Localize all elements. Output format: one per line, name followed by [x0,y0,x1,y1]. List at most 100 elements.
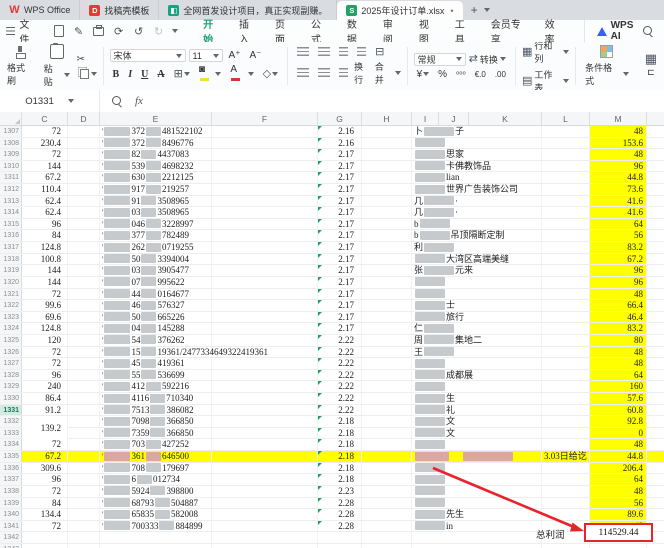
cell-g[interactable]: 2.17 [318,207,362,218]
cell-c[interactable]: 67.2 [22,172,68,183]
cell-c[interactable]: 96 [22,370,68,381]
row-header[interactable]: 1315 [0,219,22,230]
cell-c[interactable]: 124.8 [22,323,68,334]
cell-name[interactable]: 王 [412,347,542,358]
cell-e[interactable]: '412592216 [100,381,212,392]
cell-h[interactable] [362,300,412,311]
cell-l[interactable] [542,265,590,276]
cell-n[interactable] [647,161,664,172]
cell-f[interactable] [212,544,318,548]
cell-n[interactable] [647,509,664,520]
cell-m[interactable]: 92.8 [590,416,647,427]
col-header-E[interactable]: E [100,112,212,125]
row-header[interactable]: 1312 [0,184,22,195]
cell-h[interactable] [362,347,412,358]
cell-name[interactable]: 卜子 [412,126,542,137]
cell-c[interactable]: 144 [22,265,68,276]
cell-c[interactable]: 72 [22,358,68,369]
quick-access-chevron-icon[interactable] [172,29,178,33]
underline-button[interactable]: U [138,69,151,80]
table-style-button[interactable]: ▦ ⊏ [642,52,660,80]
copy-button[interactable] [77,69,97,79]
select-all-corner[interactable] [0,112,22,125]
cell-h[interactable] [362,428,412,439]
cell-g[interactable]: 2.28 [318,498,362,509]
cell-l[interactable] [542,439,590,450]
cell-n[interactable] [647,126,664,137]
cell-m[interactable] [590,544,647,548]
cell-l[interactable] [542,172,590,183]
cell-e[interactable]: '703427252 [100,439,212,450]
cell-e[interactable]: '1519361/2477334649322419361 [100,347,212,358]
cell-c[interactable]: 62.4 [22,207,68,218]
cell-m[interactable]: 66.4 [590,300,647,311]
cell-m[interactable]: 48 [590,486,647,497]
cell-m[interactable]: 160 [590,381,647,392]
cell-m[interactable]: 73.6 [590,184,647,195]
cell-f[interactable] [212,138,318,149]
cell-f[interactable] [212,381,318,392]
cell-l[interactable] [542,370,590,381]
cell-h[interactable] [362,207,412,218]
cell-l[interactable] [542,323,590,334]
total-profit-value[interactable]: 114529.44 [584,523,653,542]
cell-c[interactable]: 72 [22,347,68,358]
italic-button[interactable]: I [125,69,135,80]
cell-l[interactable] [542,509,590,520]
row-header[interactable]: 1319 [0,265,22,276]
cell-l[interactable] [542,381,590,392]
cell-d[interactable] [68,358,100,369]
cell-d[interactable] [68,289,100,300]
cell-g[interactable]: 2.17 [318,312,362,323]
cell-n[interactable] [647,312,664,323]
name-box[interactable]: O1331 [0,90,100,112]
cell-h[interactable] [362,532,412,543]
convert-button[interactable]: ⇄转换 [469,53,506,66]
cell-c[interactable]: 134.4 [22,509,68,520]
cell-l[interactable] [542,312,590,323]
row-header[interactable]: 1320 [0,277,22,288]
cell-f[interactable] [212,242,318,253]
cell-e[interactable]: '3728496776 [100,138,212,149]
cell-e[interactable]: '440164677 [100,289,212,300]
percent-button[interactable]: % [435,69,450,80]
bold-button[interactable]: B [110,69,123,80]
row-header[interactable]: 1323 [0,312,22,323]
cell-m[interactable]: 96 [590,265,647,276]
cell-f[interactable] [212,498,318,509]
cell-n[interactable] [647,405,664,416]
cell-d[interactable] [68,509,100,520]
cell-h[interactable] [362,149,412,160]
cell-c[interactable]: 72 [22,289,68,300]
cell-e[interactable]: '700333884899 [100,521,212,532]
row-header[interactable]: 1333 [0,428,22,439]
cell-name[interactable]: lian [412,172,542,183]
cell-d[interactable] [68,393,100,404]
cell-g[interactable]: 2.17 [318,265,362,276]
cell-n[interactable] [647,358,664,369]
cell-c[interactable]: 62.4 [22,196,68,207]
cell-name[interactable] [412,277,542,288]
cell-d[interactable] [68,370,100,381]
cell-l[interactable] [542,335,590,346]
cell-n[interactable] [647,138,664,149]
cell-l[interactable]: 3.03日给讫 [542,451,590,462]
col-header-D[interactable]: D [68,112,100,125]
cell-l[interactable] [542,207,590,218]
cell-f[interactable] [212,323,318,334]
cell-c[interactable]: 72 [22,439,68,450]
cell-g[interactable]: 2.17 [318,196,362,207]
cell-h[interactable] [362,451,412,462]
cell-e[interactable]: '5924398800 [100,486,212,497]
cell-c[interactable]: 240 [22,381,68,392]
cell-h[interactable] [362,172,412,183]
cell-f[interactable] [212,335,318,346]
cell-g[interactable]: 2.17 [318,161,362,172]
grow-font-button[interactable]: A⁺ [226,50,244,61]
cell-d[interactable] [68,265,100,276]
cell-g[interactable]: 2.17 [318,219,362,230]
cell-f[interactable] [212,509,318,520]
cell-h[interactable] [362,416,412,427]
row-header[interactable]: 1334 [0,439,22,450]
cell-f[interactable] [212,161,318,172]
